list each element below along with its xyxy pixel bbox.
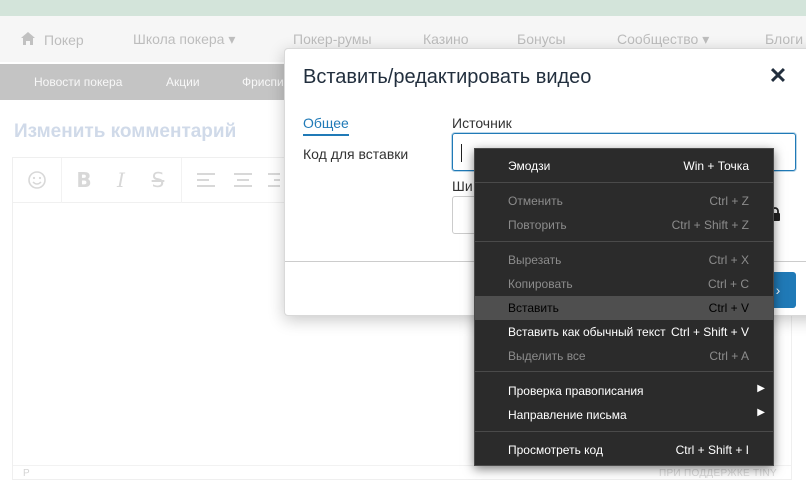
menu-item-shortcut: Ctrl + Shift + Z xyxy=(671,218,749,232)
submenu-arrow-icon: ▶ xyxy=(757,383,765,394)
menu-item-label: Направление письма xyxy=(508,408,627,422)
menu-item-shortcut: Ctrl + V xyxy=(708,301,749,315)
menu-item-label: Повторить xyxy=(508,218,567,232)
menu-item-label: Копировать xyxy=(508,277,573,291)
menu-item-shortcut: Ctrl + Shift + I xyxy=(675,443,749,457)
menu-item-select-all[interactable]: Выделить все Ctrl + A xyxy=(475,344,773,368)
dialog-title: Вставить/редактировать видео xyxy=(303,66,592,88)
tab-embed-code[interactable]: Код для вставки xyxy=(303,146,408,162)
menu-item-shortcut: Ctrl + X xyxy=(708,253,749,267)
menu-item-copy[interactable]: Копировать Ctrl + C xyxy=(475,272,773,296)
menu-item-shortcut: Ctrl + C xyxy=(707,277,749,291)
menu-item-label: Отменить xyxy=(508,194,563,208)
menu-item-paste-as-text[interactable]: Вставить как обычный текст Ctrl + Shift +… xyxy=(475,320,773,344)
menu-item-shortcut: Ctrl + Z xyxy=(709,194,749,208)
close-icon[interactable]: ✕ xyxy=(766,64,790,88)
menu-item-redo[interactable]: Повторить Ctrl + Shift + Z xyxy=(475,213,773,237)
menu-item-shortcut: Ctrl + Shift + V xyxy=(670,325,749,339)
menu-item-cut[interactable]: Вырезать Ctrl + X xyxy=(475,248,773,272)
menu-item-label: Выделить все xyxy=(508,349,586,363)
text-caret xyxy=(461,144,462,162)
menu-item-spellcheck[interactable]: Проверка правописания ▶ xyxy=(475,379,773,403)
menu-item-label: Вставить как обычный текст xyxy=(508,325,666,339)
menu-item-shortcut: Win + Точка xyxy=(683,159,749,173)
menu-item-label: Эмодзи xyxy=(508,159,551,173)
tab-general[interactable]: Общее xyxy=(303,115,349,136)
menu-item-label: Вырезать xyxy=(508,253,562,267)
width-label: Ши xyxy=(452,178,473,194)
menu-item-label: Просмотреть код xyxy=(508,443,603,457)
menu-item-shortcut: Ctrl + A xyxy=(709,349,749,363)
menu-item-label: Проверка правописания xyxy=(508,384,644,398)
menu-item-paste[interactable]: Вставить Ctrl + V xyxy=(475,296,773,320)
menu-separator xyxy=(475,431,773,432)
submenu-arrow-icon: ▶ xyxy=(757,407,765,418)
source-label: Источник xyxy=(452,115,512,131)
menu-item-emoji[interactable]: Эмодзи Win + Точка xyxy=(475,154,773,178)
menu-separator xyxy=(475,371,773,372)
menu-separator xyxy=(475,182,773,183)
menu-separator xyxy=(475,241,773,242)
menu-item-undo[interactable]: Отменить Ctrl + Z xyxy=(475,189,773,213)
menu-item-label: Вставить xyxy=(508,301,559,315)
menu-item-view-source[interactable]: Просмотреть код Ctrl + Shift + I xyxy=(475,438,773,462)
context-menu: Эмодзи Win + Точка Отменить Ctrl + Z Повтори… xyxy=(474,148,774,466)
menu-item-writing-direction[interactable]: Направление письма ▶ xyxy=(475,403,773,427)
